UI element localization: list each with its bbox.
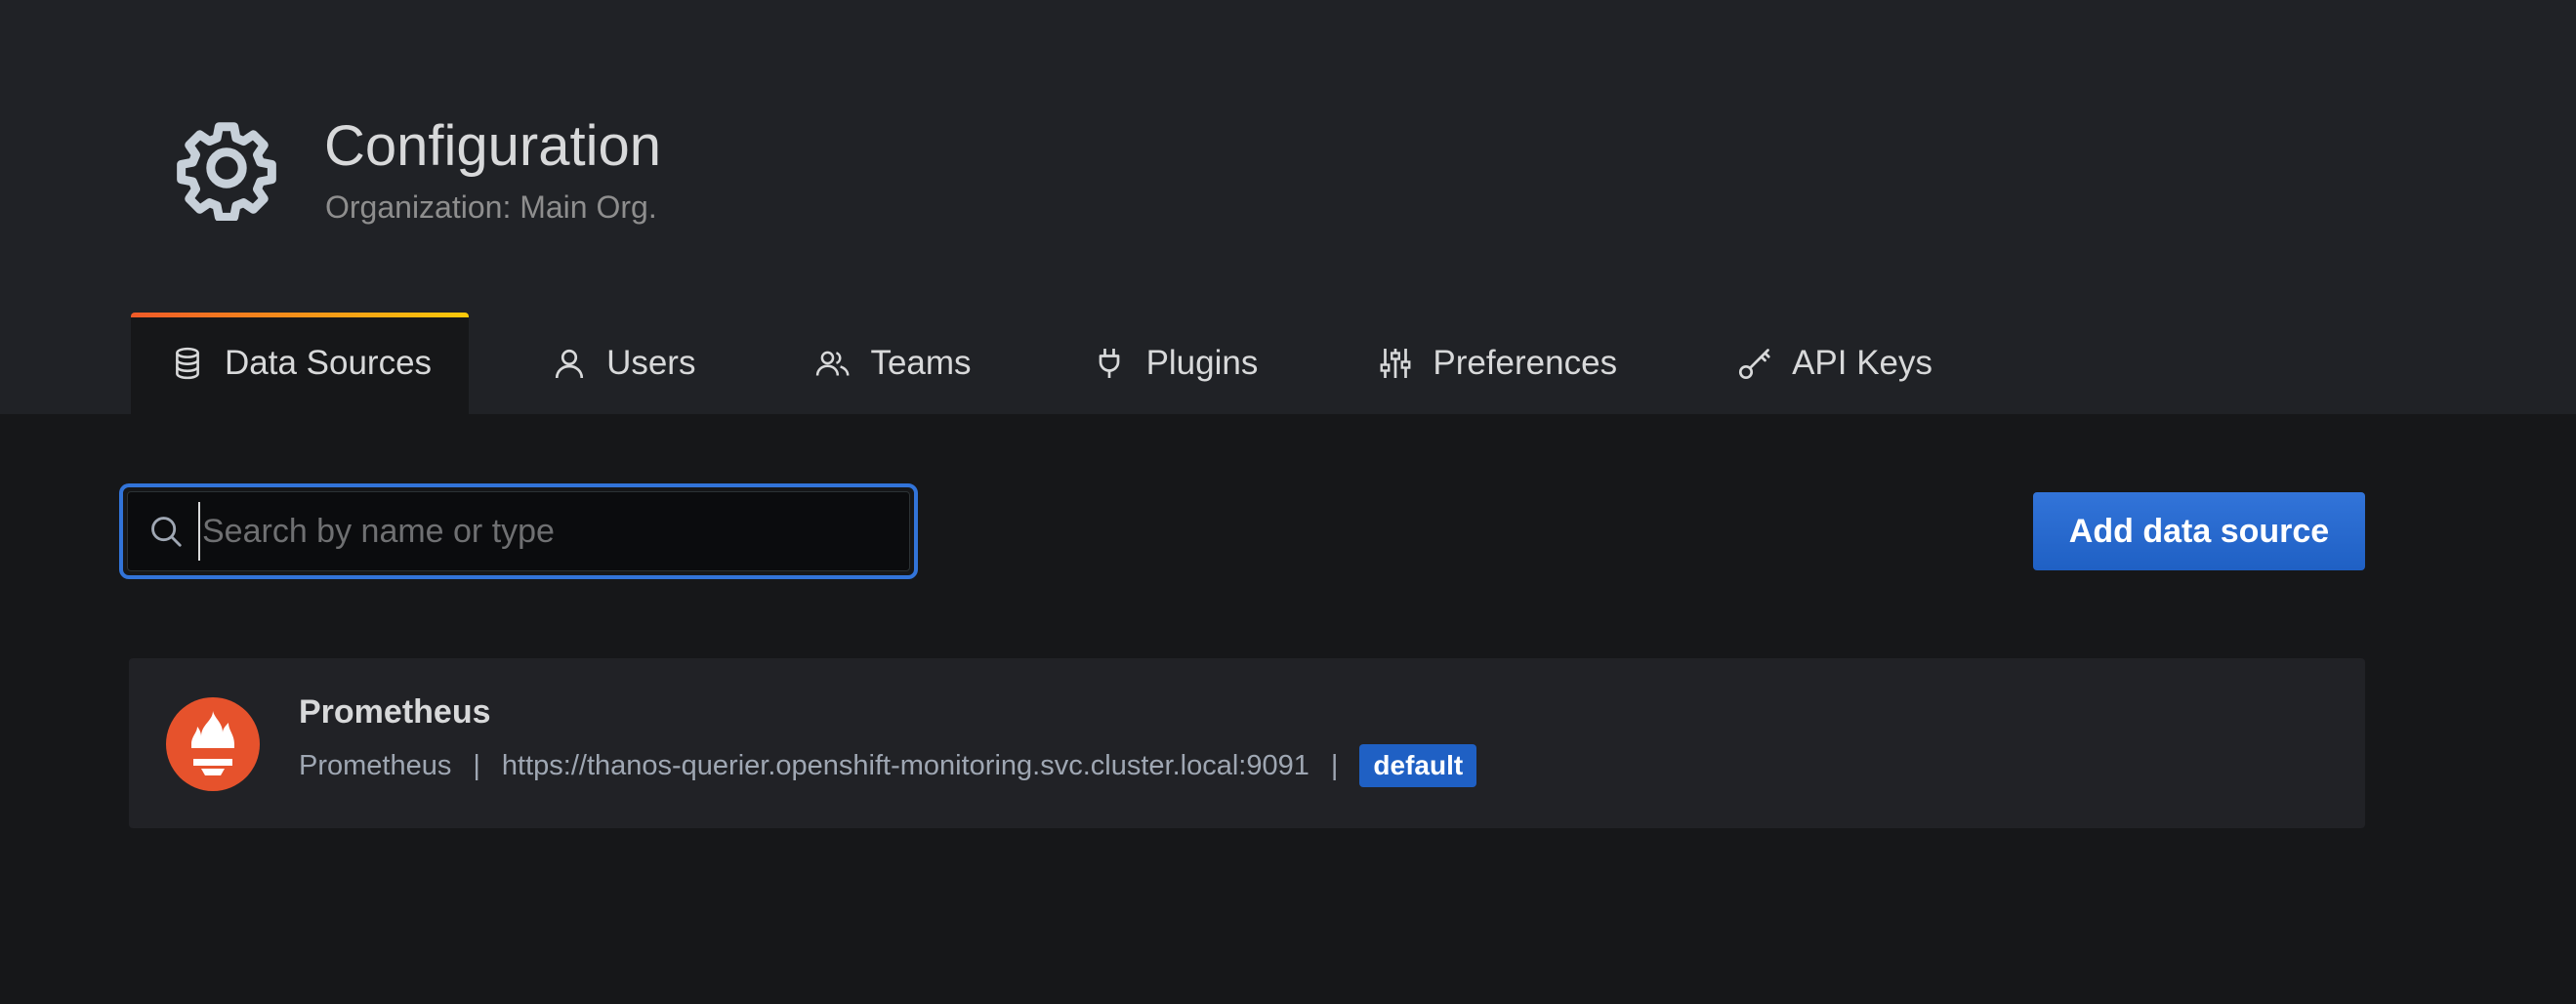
search-focus-ring — [119, 483, 918, 579]
page-header: Configuration Organization: Main Org. Da… — [0, 0, 2576, 414]
tab-label: API Keys — [1792, 344, 1933, 382]
separator: | — [473, 749, 480, 781]
default-badge: default — [1359, 744, 1477, 787]
data-source-meta: Prometheus | https://thanos-querier.open… — [299, 742, 1477, 789]
add-data-source-button[interactable]: Add data source — [2033, 492, 2365, 570]
data-source-type: Prometheus — [299, 749, 452, 781]
search-icon — [151, 517, 182, 547]
page-title: Configuration — [324, 114, 661, 178]
tab-api-keys[interactable]: API Keys — [1698, 313, 1970, 414]
prometheus-logo — [166, 697, 260, 791]
users-icon — [815, 346, 851, 381]
data-source-url: https://thanos-querier.openshift-monitor… — [501, 749, 1309, 781]
user-icon — [552, 346, 587, 381]
tab-label: Data Sources — [225, 344, 433, 382]
tab-label: Preferences — [1433, 344, 1618, 382]
database-icon — [170, 346, 205, 381]
tab-preferences[interactable]: Preferences — [1339, 313, 1654, 414]
page-subtitle: Organization: Main Org. — [325, 189, 657, 225]
tab-label: Plugins — [1145, 344, 1259, 382]
tab-bar: Data Sources Users Teams Plugins Prefere… — [131, 313, 1970, 414]
data-source-card[interactable]: Prometheus Prometheus | https://thanos-q… — [129, 658, 2365, 828]
configuration-page: Configuration Organization: Main Org. Da… — [0, 0, 2576, 1004]
sliders-icon — [1378, 346, 1413, 381]
separator: | — [1330, 749, 1339, 781]
gear-icon — [177, 122, 276, 221]
plug-icon — [1092, 346, 1127, 381]
key-icon — [1737, 346, 1772, 381]
tab-data-sources[interactable]: Data Sources — [131, 313, 470, 414]
tab-plugins[interactable]: Plugins — [1053, 313, 1296, 414]
data-source-name: Prometheus — [299, 693, 491, 731]
search-box[interactable] — [127, 491, 910, 571]
tab-label: Teams — [870, 344, 972, 382]
tab-teams[interactable]: Teams — [776, 313, 1008, 414]
tab-users[interactable]: Users — [513, 313, 732, 414]
search-input[interactable] — [198, 502, 909, 561]
tab-label: Users — [606, 344, 696, 382]
